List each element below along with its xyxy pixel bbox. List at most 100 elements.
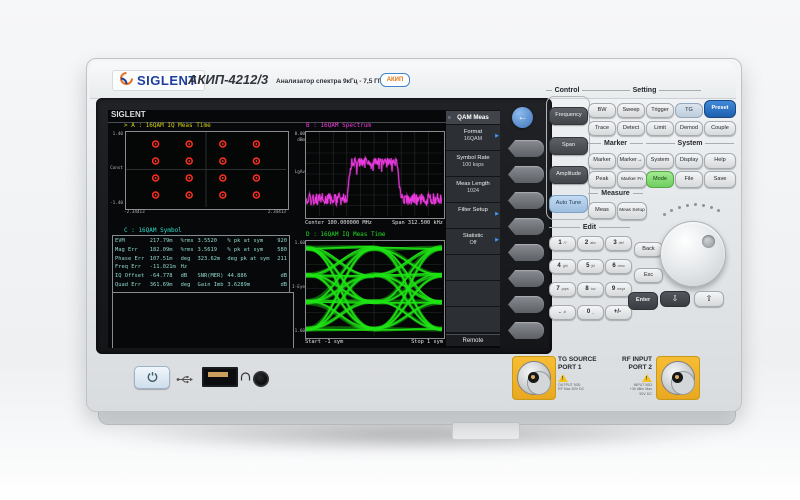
knob-dot: [694, 203, 697, 206]
keypad-key[interactable]: 0 _: [577, 305, 604, 320]
marker-button[interactable]: Marker: [588, 153, 616, 169]
soft-menu-item: [446, 307, 500, 332]
span-button[interactable]: Span: [549, 137, 588, 155]
const-x-left: -2.34413: [124, 210, 145, 215]
keypad-key[interactable]: 8 tuv: [577, 282, 604, 297]
product-photo: SIGLENT АКИП-4212/3 Анализатор спектра 9…: [0, 0, 800, 500]
knob-dot: [702, 204, 705, 207]
back-button[interactable]: ←: [512, 107, 533, 128]
soft-menu-item: Filter Setup ▶: [446, 203, 500, 228]
marker-to-button[interactable]: Marker→: [617, 153, 645, 169]
tg-warning-icon: !: [558, 374, 568, 382]
constellation-dot: [220, 175, 226, 181]
soft-menu-item: [446, 255, 500, 280]
eye-title: D : 16QAM IQ Meas Time: [306, 231, 385, 238]
preset-button[interactable]: Preset: [704, 100, 736, 118]
power-button[interactable]: [134, 366, 170, 389]
table-row: Quad Err 361.69m deg Gain Imb 3.6289m dB: [113, 281, 289, 290]
softkey-6[interactable]: [508, 270, 544, 287]
spectrum-title: B : 16QAM Spectrum: [306, 122, 371, 129]
enter-key[interactable]: Enter: [628, 292, 658, 310]
usb-tongue: [208, 372, 228, 377]
marker-fn-button[interactable]: Marker Fn: [617, 171, 647, 188]
keypad-key[interactable]: . ,#: [549, 305, 576, 320]
softkey-8[interactable]: [508, 322, 544, 339]
marker-group-label: Marker: [588, 140, 643, 147]
help-button[interactable]: Help: [704, 153, 736, 169]
softkey-4[interactable]: [508, 218, 544, 235]
softkey-3[interactable]: [508, 192, 544, 209]
tg-button[interactable]: TG: [675, 103, 703, 118]
table-row: Mag Err 182.09m %rms 3.5619 % pk at sym …: [113, 246, 289, 255]
peak-button[interactable]: Peak: [588, 171, 616, 188]
back-key[interactable]: Back: [634, 242, 663, 257]
soft-menu-header: ≡ QAM Meas: [446, 111, 500, 124]
keypad-key[interactable]: 6 mno: [605, 259, 632, 274]
softkey-7[interactable]: [508, 296, 544, 313]
system-button[interactable]: System: [646, 153, 674, 169]
meas-setup-button[interactable]: Meas Setup: [617, 202, 647, 220]
down-arrow-button[interactable]: ⇩: [660, 291, 690, 307]
keypad-key[interactable]: +/-: [605, 305, 632, 320]
rf-warning-icon: !: [642, 374, 652, 382]
eye-y-top: 1.60: [292, 241, 305, 246]
system-group-label: System: [646, 140, 734, 147]
rf-input-labels: RF INPUT PORT 2 ! INPUT 50Ω +30 dBm Max …: [600, 356, 652, 396]
limit-button[interactable]: Limit: [646, 121, 674, 136]
table-row: Phase Err 107.51m deg 323.62m deg pk at …: [113, 255, 289, 264]
keypad-key[interactable]: 1 /?: [549, 236, 576, 251]
detect-button[interactable]: Detect: [617, 121, 645, 136]
constellation-dot: [253, 175, 259, 181]
softkey-5[interactable]: [508, 244, 544, 261]
couple-button[interactable]: Couple: [704, 121, 736, 136]
esc-key[interactable]: Esc: [634, 268, 663, 283]
keypad-key[interactable]: 7 pqrs: [549, 282, 576, 297]
display-button[interactable]: Display: [675, 153, 703, 169]
trigger-button[interactable]: Trigger: [646, 103, 674, 118]
knob-dot: [710, 206, 713, 209]
audio-jack: [253, 371, 269, 387]
constellation-dot: [186, 158, 192, 164]
eye-start-label: Start -1 sym: [305, 339, 343, 345]
constellation-dot: [186, 141, 192, 147]
constellation-dot: [220, 192, 226, 198]
rotary-knob[interactable]: [660, 221, 726, 287]
rf-line2: PORT 2: [600, 364, 652, 372]
edit-group-label: Edit: [549, 224, 630, 231]
usb-port: [202, 367, 238, 387]
constellation-plot: [125, 131, 289, 210]
trace-button[interactable]: Trace: [588, 121, 616, 136]
siglent-logo-icon: [120, 72, 133, 90]
const-y-bottom: -1.40: [110, 201, 123, 206]
spectrum-ref-level: 0.00: [292, 132, 305, 137]
eye-plot: [305, 240, 445, 339]
demod-button[interactable]: Demod: [675, 121, 703, 136]
hex-dump-panel: [110, 292, 290, 346]
constellation-dot: [220, 141, 226, 147]
soft-menu-item: [446, 281, 500, 306]
tg-source-connector: [512, 356, 556, 400]
usb-icon: [176, 371, 194, 389]
table-row: IQ Offset -64.778 dB SNR(MER) 44.886 dB: [113, 272, 289, 281]
constellation-dot: [253, 158, 259, 164]
frequency-button[interactable]: Frequency: [549, 107, 588, 125]
softkey-1[interactable]: [508, 140, 544, 157]
distributor-badge: АКИП: [380, 73, 410, 87]
meas-button[interactable]: Meas: [588, 202, 616, 219]
up-arrow-button[interactable]: ⇧: [694, 291, 724, 307]
keypad-key[interactable]: 4 ghi: [549, 259, 576, 274]
softkey-2[interactable]: [508, 166, 544, 183]
knob-dot: [686, 204, 689, 207]
auto-tune-button[interactable]: Auto Tune: [549, 195, 588, 213]
knob-dot: [663, 213, 666, 216]
mode-button[interactable]: Mode: [646, 171, 674, 188]
keypad-key[interactable]: 3 def: [605, 236, 632, 251]
sweep-button[interactable]: Sweep: [617, 103, 645, 118]
bw-button[interactable]: BW: [588, 103, 616, 118]
amplitude-button[interactable]: Amplitude: [549, 166, 588, 184]
file-button[interactable]: File: [675, 171, 703, 188]
save-button[interactable]: Save: [704, 171, 736, 188]
table-row: EVM 217.79m %rms 3.5520 % pk at sym 920: [113, 237, 289, 246]
keypad-key[interactable]: 2 abc: [577, 236, 604, 251]
keypad-key[interactable]: 5 jkl: [577, 259, 604, 274]
